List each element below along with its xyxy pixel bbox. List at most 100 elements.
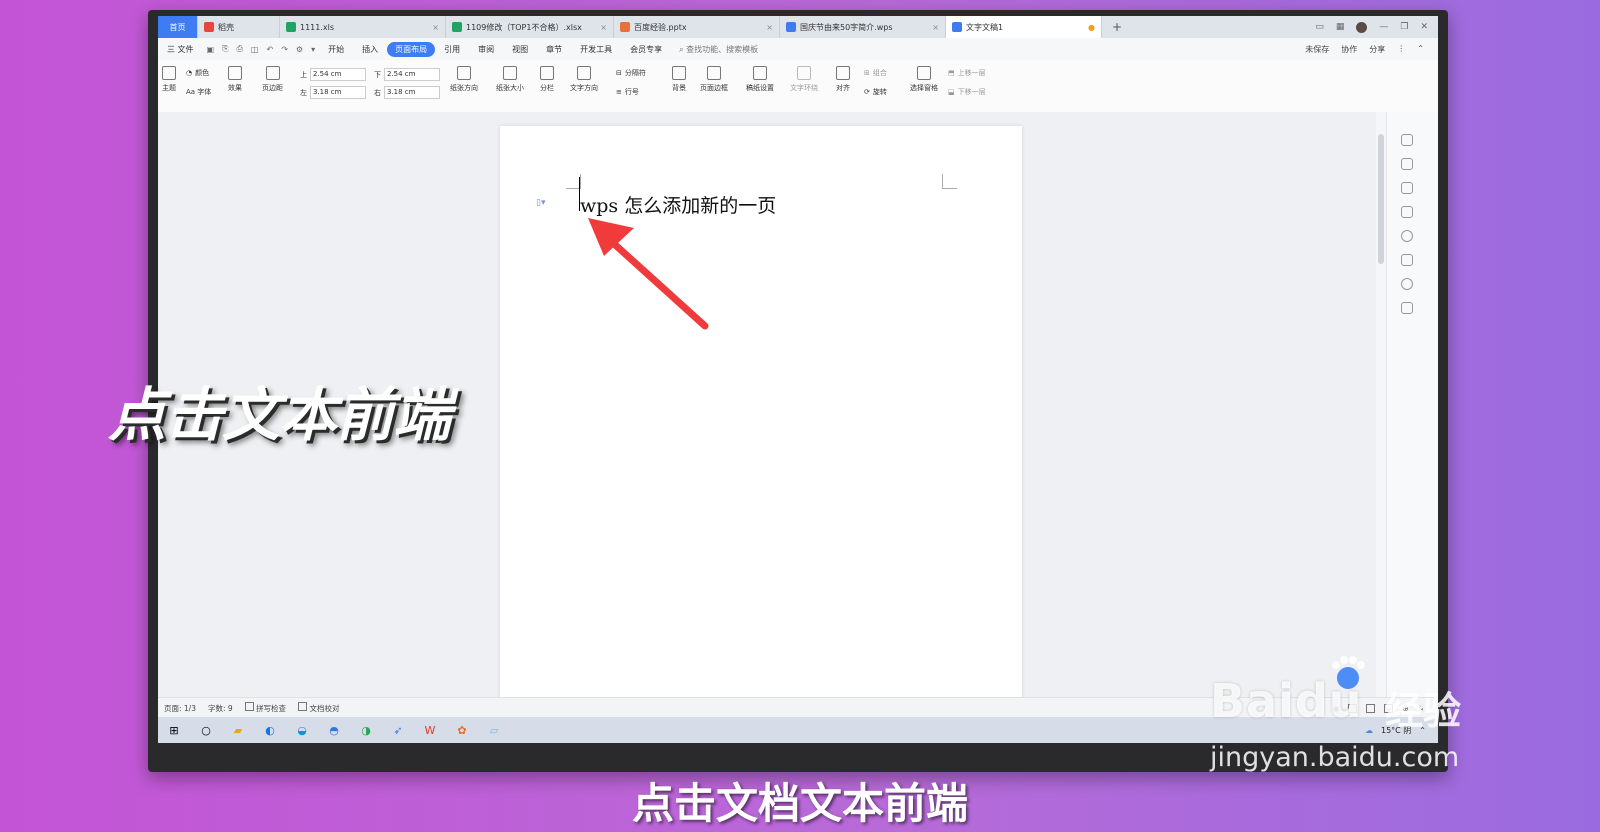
close-icon[interactable]: ×	[594, 23, 607, 32]
share-button[interactable]: 分享	[1369, 44, 1385, 55]
undo-icon[interactable]: ↶	[262, 45, 277, 54]
size-button[interactable]: 纸张大小	[496, 66, 524, 93]
menu-insert[interactable]: 插入	[353, 44, 387, 55]
columns-button[interactable]: 分栏	[540, 66, 554, 93]
manuscript-button[interactable]: 稿纸设置	[746, 66, 774, 93]
text-wrap-button[interactable]: 文字环绕	[790, 66, 818, 93]
proofread-button[interactable]: 文档校对	[292, 702, 345, 714]
colors-button[interactable]: ◔ 颜色	[186, 68, 209, 78]
tab-home[interactable]: 首页	[158, 16, 198, 38]
collapse-ribbon-icon[interactable]: ⌃	[1417, 44, 1424, 55]
preview-icon[interactable]: ◫	[247, 45, 263, 54]
wechat-icon[interactable]: ◑	[358, 722, 374, 738]
margin-right-field[interactable]: 右 3.18 cm	[374, 86, 440, 99]
margin-left-field[interactable]: 左 3.18 cm	[300, 86, 366, 99]
text-direction-button[interactable]: 文字方向	[570, 66, 598, 93]
location-icon[interactable]	[1401, 278, 1413, 290]
collaborate-button[interactable]: 协作	[1341, 44, 1357, 55]
document-text[interactable]: wps 怎么添加新的一页	[580, 191, 776, 218]
photos-icon[interactable]: ✿	[454, 722, 470, 738]
margin-bottom-field[interactable]: 下 2.54 cm	[374, 68, 440, 81]
save-icon[interactable]: ▣	[203, 45, 219, 54]
orientation-button[interactable]: 纸张方向	[450, 66, 478, 93]
export-icon[interactable]: ⎘	[218, 44, 232, 54]
select-icon[interactable]	[1401, 182, 1413, 194]
margins-button[interactable]: 页边距	[262, 66, 283, 93]
scrollbar-thumb[interactable]	[1378, 134, 1384, 264]
tab-wps[interactable]: 国庆节由来50字简介.wps ×	[780, 16, 946, 38]
margin-right-input[interactable]: 3.18 cm	[384, 86, 440, 99]
close-icon[interactable]: ×	[426, 23, 439, 32]
document-page[interactable]: ▯▾ wps 怎么添加新的一页	[500, 126, 1022, 698]
rotate-button[interactable]: ⟳ 旋转	[864, 87, 887, 97]
tab-active-document[interactable]: 文字文稿1 ●	[946, 16, 1102, 38]
notes-icon[interactable]: ▱	[486, 722, 502, 738]
line-numbers-button[interactable]: ≡ 行号	[616, 87, 639, 97]
menu-review[interactable]: 审阅	[469, 44, 503, 55]
tab-docer[interactable]: 稻壳	[198, 16, 280, 38]
app-icon[interactable]: ◓	[326, 722, 342, 738]
wps-icon[interactable]: W	[422, 722, 438, 738]
menu-home[interactable]: 开始	[319, 44, 353, 55]
redo-icon[interactable]: ↷	[277, 45, 292, 54]
browser-icon[interactable]: ◐	[262, 722, 278, 738]
selection-pane-button[interactable]: 选择窗格	[910, 66, 938, 93]
layout-icon[interactable]: ▭	[1315, 22, 1324, 32]
edge-icon[interactable]: ◒	[294, 722, 310, 738]
align-button[interactable]: 对齐	[836, 66, 850, 93]
menu-sections[interactable]: 章节	[537, 44, 571, 55]
unsaved-dot-icon[interactable]: ●	[1082, 23, 1095, 32]
close-window-icon[interactable]: ✕	[1420, 22, 1428, 32]
menu-view[interactable]: 视图	[503, 44, 537, 55]
minimize-icon[interactable]: —	[1379, 22, 1388, 32]
unsaved-button[interactable]: 未保存	[1305, 44, 1329, 55]
margin-bottom-input[interactable]: 2.54 cm	[384, 68, 440, 81]
breaks-button[interactable]: ⊟ 分隔符	[616, 68, 646, 78]
margin-left-input[interactable]: 3.18 cm	[310, 86, 366, 99]
format-painter-icon[interactable]: ⚙	[292, 45, 307, 54]
menu-developer[interactable]: 开发工具	[571, 44, 621, 55]
feather-icon[interactable]: ➶	[390, 722, 406, 738]
send-backward-button[interactable]: ⬓ 下移一层	[948, 87, 986, 97]
group-button[interactable]: ⊞ 组合	[864, 68, 887, 78]
spell-check-button[interactable]: 拼写检查	[239, 702, 292, 714]
ribbon-label: 主题	[162, 84, 176, 92]
vertical-scrollbar[interactable]	[1376, 112, 1386, 697]
grid-icon[interactable]: ▦	[1336, 22, 1345, 32]
margin-top-field[interactable]: 上 2.54 cm	[300, 68, 366, 81]
search-box[interactable]: ⌕ 查找功能、搜索模板	[679, 44, 758, 55]
restore-icon[interactable]: ❐	[1400, 22, 1408, 32]
tab-xls[interactable]: 1111.xls ×	[280, 16, 446, 38]
page-border-button[interactable]: 页面边框	[700, 66, 728, 93]
menu-page-layout[interactable]: 页面布局	[387, 41, 436, 57]
paragraph-handle-icon[interactable]: ▯▾	[536, 198, 545, 208]
close-icon[interactable]: ×	[926, 23, 939, 32]
print-icon[interactable]: ⎙	[233, 44, 247, 54]
tab-xlsx[interactable]: 1109修改（TOP1不合格）.xlsx ×	[446, 16, 614, 38]
bring-forward-button[interactable]: ⬒ 上移一层	[948, 68, 986, 78]
more-icon[interactable]: ⋮	[1397, 44, 1405, 55]
file-explorer-icon[interactable]: ▰	[230, 722, 246, 738]
dropdown-icon[interactable]: ▾	[307, 45, 319, 54]
pen-icon[interactable]	[1401, 158, 1413, 170]
book-icon[interactable]	[1401, 302, 1413, 314]
menu-references[interactable]: 引用	[435, 44, 469, 55]
tab-pptx[interactable]: 百度经验.pptx ×	[614, 16, 780, 38]
background-button[interactable]: 背景	[672, 66, 686, 93]
fonts-button[interactable]: Aa 字体	[186, 87, 211, 97]
menu-member[interactable]: 会员专享	[621, 44, 671, 55]
effects-button[interactable]: 效果	[228, 66, 242, 93]
status-label: 拼写检查	[256, 704, 287, 713]
theme-button[interactable]: 主题	[162, 66, 176, 93]
windows-start-icon[interactable]: ⊞	[166, 722, 182, 738]
file-menu[interactable]: 三 文件	[158, 44, 203, 55]
search-circle-icon[interactable]: ○	[198, 722, 214, 738]
adjust-icon[interactable]	[1401, 206, 1413, 218]
style-icon[interactable]	[1401, 134, 1413, 146]
image-icon[interactable]	[1401, 254, 1413, 266]
avatar[interactable]	[1356, 21, 1368, 33]
close-icon[interactable]: ×	[760, 23, 773, 32]
help-icon[interactable]	[1401, 230, 1413, 242]
margin-top-input[interactable]: 2.54 cm	[310, 68, 366, 81]
new-tab-button[interactable]: +	[1102, 20, 1132, 34]
